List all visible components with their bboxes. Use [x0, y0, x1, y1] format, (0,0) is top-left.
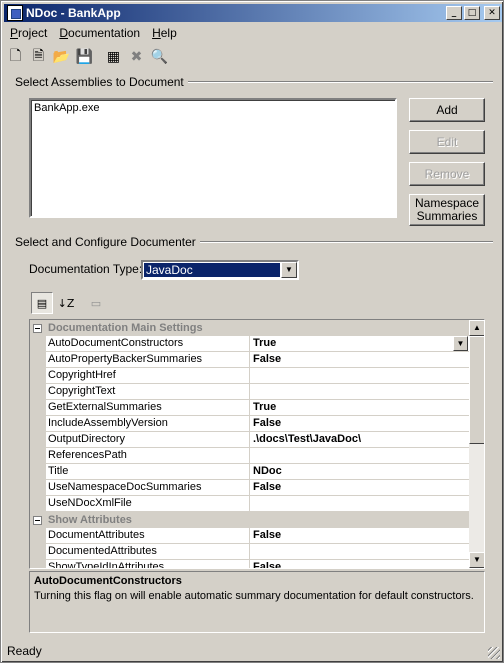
main-toolbar: 🗋 🗎 📂 💾 ▦ ✖ 🔍	[4, 45, 171, 69]
property-value[interactable]	[250, 384, 469, 400]
property-name: Title	[46, 464, 250, 480]
remove-button[interactable]: Remove	[409, 162, 485, 186]
property-row[interactable]: IncludeAssemblyVersion False	[30, 416, 469, 432]
category-label: Show Attributes	[48, 514, 132, 526]
property-value[interactable]: NDoc	[250, 464, 469, 480]
menu-bar: Project Documentation Help	[4, 24, 183, 42]
title-bar[interactable]: NDoc - BankApp _ □ ✕	[4, 4, 502, 22]
property-row[interactable]: OutputDirectory .\docs\Test\JavaDoc\	[30, 432, 469, 448]
chevron-down-icon[interactable]: ▼	[281, 262, 297, 278]
property-grid-rows: Documentation Main Settings AutoDocument…	[30, 320, 469, 568]
property-pages-icon[interactable]: ▭	[85, 292, 107, 314]
property-name: ShowTypeIdInAttributes	[46, 560, 250, 568]
status-bar: Ready	[4, 641, 502, 661]
vertical-scrollbar[interactable]: ▲ ▼	[469, 320, 484, 568]
list-item[interactable]: BankApp.exe	[34, 102, 392, 114]
scroll-thumb[interactable]	[469, 336, 484, 444]
property-name: AutoPropertyBackerSummaries	[46, 352, 250, 368]
property-name: DocumentedAttributes	[46, 544, 250, 560]
cancel-build-icon[interactable]: ✖	[125, 46, 148, 68]
maximize-button[interactable]: □	[464, 6, 480, 20]
property-value[interactable]: False	[250, 352, 469, 368]
categorized-icon[interactable]: ▤	[31, 292, 53, 314]
category-show-attributes[interactable]: Show Attributes	[30, 512, 469, 528]
category-label: Documentation Main Settings	[48, 322, 203, 334]
property-row[interactable]: UseNamespaceDocSummaries False	[30, 480, 469, 496]
view-docs-icon[interactable]: 🔍	[148, 46, 171, 68]
close-button[interactable]: ✕	[484, 6, 500, 20]
description-title: AutoDocumentConstructors	[34, 575, 182, 587]
ndoc-app-icon[interactable]	[7, 5, 23, 21]
resize-grip-icon[interactable]	[488, 647, 500, 659]
collapse-icon[interactable]	[33, 323, 42, 333]
new-project-icon[interactable]: 🗋	[4, 46, 27, 68]
property-value[interactable]: False	[250, 560, 469, 568]
open-folder-icon[interactable]: 📂	[50, 46, 73, 68]
property-name: DocumentAttributes	[46, 528, 250, 544]
property-row[interactable]: AutoPropertyBackerSummaries False	[30, 352, 469, 368]
property-row[interactable]: CopyrightHref	[30, 368, 469, 384]
description-text: Turning this flag on will enable automat…	[34, 590, 474, 602]
build-icon[interactable]: ▦	[102, 46, 125, 68]
property-value[interactable]	[250, 368, 469, 384]
property-row[interactable]: DocumentAttributes False	[30, 528, 469, 544]
property-row[interactable]: DocumentedAttributes	[30, 544, 469, 560]
category-main-settings[interactable]: Documentation Main Settings	[30, 320, 469, 336]
property-grid: Documentation Main Settings AutoDocument…	[29, 319, 485, 569]
property-value[interactable]	[250, 544, 469, 560]
property-name: IncludeAssemblyVersion	[46, 416, 250, 432]
property-row[interactable]: ShowTypeIdInAttributes False	[30, 560, 469, 568]
property-description-pane: AutoDocumentConstructors Turning this fl…	[29, 571, 485, 633]
property-value[interactable]: False	[250, 528, 469, 544]
property-row[interactable]: ReferencesPath	[30, 448, 469, 464]
property-grid-toolbar: ▤ ↓Z ▭	[29, 290, 485, 316]
property-name: CopyrightText	[46, 384, 250, 400]
alphabetical-icon[interactable]: ↓Z	[55, 292, 77, 314]
property-row[interactable]: GetExternalSummaries True	[30, 400, 469, 416]
assemblies-list[interactable]: BankApp.exe	[29, 98, 397, 218]
property-value[interactable]: False	[250, 480, 469, 496]
menu-help[interactable]: Help	[146, 26, 183, 40]
menu-documentation[interactable]: Documentation	[53, 26, 146, 40]
open-wizard-icon[interactable]: 🗎	[27, 46, 50, 68]
property-name: OutputDirectory	[46, 432, 250, 448]
property-name: ReferencesPath	[46, 448, 250, 464]
scroll-up-icon[interactable]: ▲	[469, 320, 484, 336]
property-value[interactable]	[250, 496, 469, 512]
add-button[interactable]: Add	[409, 98, 485, 122]
property-row[interactable]: AutoDocumentConstructors True ▼	[30, 336, 469, 352]
property-value[interactable]	[250, 448, 469, 464]
documentation-type-label: Documentation Type:	[29, 262, 143, 276]
chevron-down-icon[interactable]: ▼	[453, 336, 468, 351]
property-value[interactable]: .\docs\Test\JavaDoc\	[250, 432, 469, 448]
status-text: Ready	[7, 644, 42, 658]
main-window: NDoc - BankApp _ □ ✕ Project Documentati…	[0, 0, 504, 663]
menu-project[interactable]: Project	[4, 26, 53, 40]
documenter-group-label: Select and Configure Documenter	[15, 235, 200, 249]
save-icon[interactable]: 💾	[73, 46, 96, 68]
scroll-down-icon[interactable]: ▼	[469, 552, 484, 568]
window-title: NDoc - BankApp	[26, 6, 121, 20]
property-row[interactable]: Title NDoc	[30, 464, 469, 480]
property-name: AutoDocumentConstructors	[46, 336, 250, 352]
property-name: GetExternalSummaries	[46, 400, 250, 416]
documentation-type-select[interactable]: JavaDoc ▼	[141, 260, 299, 280]
namespace-summaries-button[interactable]: Namespace Summaries	[409, 194, 485, 226]
assemblies-group-label: Select Assemblies to Document	[15, 75, 188, 89]
namespace-summaries-line2: Summaries	[416, 209, 478, 223]
edit-button[interactable]: Edit	[409, 130, 485, 154]
property-value[interactable]: True	[250, 400, 469, 416]
property-name: UseNDocXmlFile	[46, 496, 250, 512]
minimize-button[interactable]: _	[446, 6, 462, 20]
property-name: UseNamespaceDocSummaries	[46, 480, 250, 496]
property-value[interactable]: True ▼	[250, 336, 469, 352]
property-value[interactable]: False	[250, 416, 469, 432]
property-row[interactable]: CopyrightText	[30, 384, 469, 400]
collapse-icon[interactable]	[33, 515, 42, 525]
property-row[interactable]: UseNDocXmlFile	[30, 496, 469, 512]
documentation-type-value: JavaDoc	[144, 263, 280, 277]
property-name: CopyrightHref	[46, 368, 250, 384]
